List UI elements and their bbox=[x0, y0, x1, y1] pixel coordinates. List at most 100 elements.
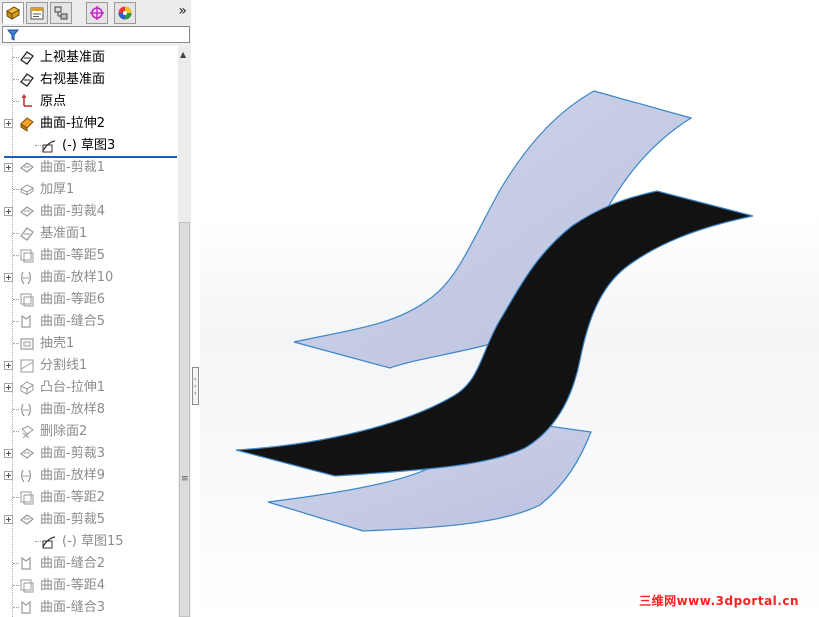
tree-item[interactable]: 曲面-缝合3 bbox=[0, 597, 176, 617]
tree-item-label: 曲面-拉伸2 bbox=[40, 116, 105, 131]
tree-item[interactable]: 曲面-等距5 bbox=[0, 245, 176, 267]
tree-item-label: 凸台-拉伸1 bbox=[40, 380, 105, 395]
tree-item-label: 曲面-缝合3 bbox=[40, 600, 105, 615]
feature-manager-panel: » 上视基准面右视基准面原点曲面-拉伸2 (-) 草图3 曲面-剪裁1 加厚1 曲面-剪… bbox=[0, 0, 192, 617]
tree-item-label: (-) 草图3 bbox=[62, 138, 116, 153]
surface-loft-icon bbox=[21, 403, 31, 417]
tree-item-label: 曲面-缝合5 bbox=[40, 314, 105, 329]
collapse-panel-handle[interactable]: ‹ ‹ ‹ bbox=[192, 367, 199, 405]
tree-item[interactable]: 曲面-剪裁3 bbox=[0, 443, 176, 465]
tree-item-label: 曲面-等距5 bbox=[40, 248, 105, 263]
tree-scrollbar[interactable]: ▲ ≡ bbox=[178, 46, 191, 617]
tree-item-label: 基准面1 bbox=[40, 226, 88, 241]
tree-item-label: 曲面-剪裁4 bbox=[40, 204, 105, 219]
tree-item[interactable]: 曲面-等距4 bbox=[0, 575, 176, 597]
feature-tree: 上视基准面右视基准面原点曲面-拉伸2 (-) 草图3 曲面-剪裁1 加厚1 曲面-剪裁4… bbox=[0, 46, 178, 617]
expand-toggle-icon[interactable] bbox=[4, 273, 13, 282]
more-tabs-button[interactable]: » bbox=[178, 3, 187, 19]
display-tab[interactable] bbox=[114, 2, 136, 24]
tree-item[interactable]: (-) 草图15 bbox=[0, 531, 176, 553]
dimxpert-tab[interactable] bbox=[86, 2, 108, 24]
watermark-text: 三维网www.3dportal.cn bbox=[639, 594, 799, 608]
boss-extrude-icon bbox=[20, 381, 34, 395]
plane-icon bbox=[20, 51, 34, 65]
display-manager-icon bbox=[118, 6, 132, 20]
configuration-tab[interactable] bbox=[50, 2, 72, 24]
surface-loft-icon bbox=[21, 469, 31, 483]
surface-trim-icon bbox=[19, 206, 35, 217]
panel-splitter[interactable]: ‹ ‹ ‹ bbox=[191, 0, 200, 617]
tree-item-label: 曲面-剪裁5 bbox=[40, 512, 105, 527]
surface-offset-icon bbox=[20, 293, 34, 307]
property-manager-icon bbox=[30, 7, 44, 20]
tree-item[interactable]: 曲面-等距6 bbox=[0, 289, 176, 311]
model-view[interactable] bbox=[200, 0, 819, 617]
tree-item[interactable]: 删除面2 bbox=[0, 421, 176, 443]
tree-item-label: 曲面-放样8 bbox=[40, 402, 105, 417]
expand-toggle-icon[interactable] bbox=[4, 449, 13, 458]
tree-item[interactable]: 曲面-剪裁4 bbox=[0, 201, 176, 223]
tree-item[interactable]: 分割线1 bbox=[0, 355, 176, 377]
tree-item[interactable]: 曲面-放样9 bbox=[0, 465, 176, 487]
plane-icon bbox=[20, 227, 34, 241]
tree-item[interactable]: 曲面-缝合2 bbox=[0, 553, 176, 575]
property-tab[interactable] bbox=[26, 2, 48, 24]
manager-tab-bar: » bbox=[0, 0, 191, 26]
feature-tree-tab[interactable] bbox=[2, 2, 24, 24]
split-line-icon bbox=[20, 359, 34, 373]
delete-face-icon bbox=[21, 425, 34, 439]
tree-item[interactable]: 加厚1 bbox=[0, 179, 176, 201]
tree-item[interactable]: (-) 草图3 bbox=[0, 135, 176, 157]
tree-item[interactable]: 曲面-放样10 bbox=[0, 267, 176, 289]
expand-toggle-icon[interactable] bbox=[4, 515, 13, 524]
surface-knit-icon bbox=[21, 600, 31, 614]
surface-trim-icon bbox=[19, 448, 35, 459]
expand-toggle-icon[interactable] bbox=[4, 207, 13, 216]
surface-trim-icon bbox=[19, 162, 35, 173]
tree-item-label: 删除面2 bbox=[40, 424, 88, 439]
sketch-icon bbox=[42, 140, 56, 153]
expand-toggle-icon[interactable] bbox=[4, 383, 13, 392]
tree-item[interactable]: 抽壳1 bbox=[0, 333, 176, 355]
tree-item[interactable]: 原点 bbox=[0, 91, 176, 113]
scroll-up-arrow-icon[interactable]: ▲ bbox=[180, 50, 186, 59]
surface-offset-icon bbox=[20, 249, 34, 263]
expand-toggle-icon[interactable] bbox=[4, 471, 13, 480]
tree-item-label: 曲面-放样9 bbox=[40, 468, 105, 483]
tree-item-label: 曲面-放样10 bbox=[40, 270, 114, 285]
shell-icon bbox=[20, 338, 34, 350]
expand-toggle-icon[interactable] bbox=[4, 361, 13, 370]
tree-filter-input[interactable] bbox=[2, 26, 190, 43]
tree-item[interactable]: 曲面-剪裁5 bbox=[0, 509, 176, 531]
dimxpert-icon bbox=[90, 6, 104, 20]
tree-item[interactable]: 凸台-拉伸1 bbox=[0, 377, 176, 399]
thicken-icon bbox=[20, 184, 34, 196]
tree-item[interactable]: 基准面1 bbox=[0, 223, 176, 245]
configuration-manager-icon bbox=[54, 6, 68, 20]
tree-item[interactable]: 右视基准面 bbox=[0, 69, 176, 91]
feature-tree-icon bbox=[6, 6, 20, 20]
tree-item[interactable]: 曲面-放样8 bbox=[0, 399, 176, 421]
expand-toggle-icon[interactable] bbox=[4, 163, 13, 172]
origin-icon bbox=[21, 94, 32, 107]
surface-extrude-icon bbox=[20, 117, 34, 132]
tree-item-label: 抽壳1 bbox=[40, 336, 75, 351]
tree-item-label: 分割线1 bbox=[40, 358, 88, 373]
tree-item-label: 曲面-剪裁1 bbox=[40, 160, 105, 175]
rollback-bar[interactable] bbox=[4, 156, 177, 158]
tree-item-label: 右视基准面 bbox=[40, 72, 106, 87]
tree-item-label: 曲面-缝合2 bbox=[40, 556, 105, 571]
tree-item[interactable]: 曲面-拉伸2 bbox=[0, 113, 176, 135]
tree-item-label: 加厚1 bbox=[40, 182, 75, 197]
tree-item-label: 上视基准面 bbox=[40, 50, 106, 65]
expand-toggle-icon[interactable] bbox=[4, 119, 13, 128]
tree-item[interactable]: 上视基准面 bbox=[0, 47, 176, 69]
tree-item-label: 曲面-剪裁3 bbox=[40, 446, 105, 461]
tree-item[interactable]: 曲面-缝合5 bbox=[0, 311, 176, 333]
tree-item[interactable]: 曲面-等距2 bbox=[0, 487, 176, 509]
graphics-area[interactable]: 三维网www.3dportal.cn bbox=[200, 0, 819, 617]
plane-icon bbox=[20, 73, 34, 87]
surface-knit-icon bbox=[21, 314, 31, 328]
scrollbar-thumb[interactable] bbox=[179, 222, 190, 617]
tree-item[interactable]: 曲面-剪裁1 bbox=[0, 157, 176, 179]
